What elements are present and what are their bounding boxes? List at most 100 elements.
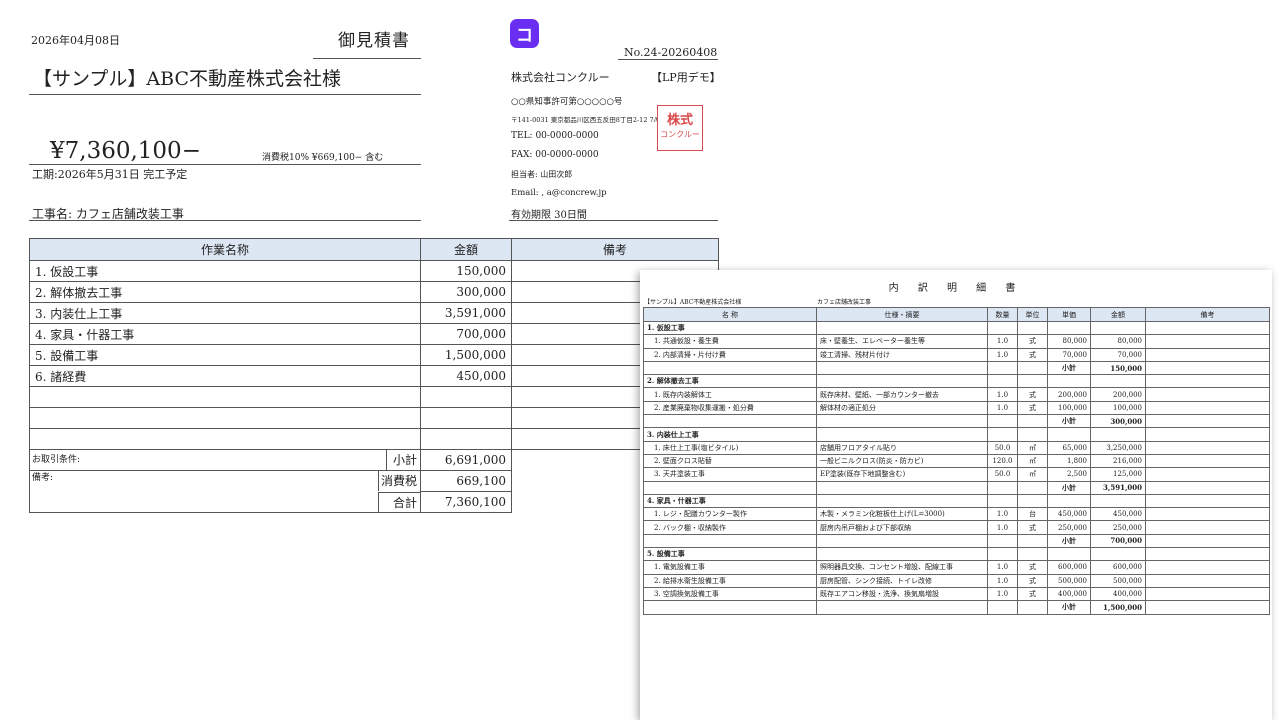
line-item-price: 600,000 — [1047, 560, 1091, 575]
line-item-amount: 250,000 — [1090, 520, 1146, 535]
line-item-qty: 1.0 — [987, 507, 1018, 522]
table-row: 3. 内装仕上工事 3,591,000 — [29, 302, 719, 324]
project-underline — [29, 220, 421, 221]
subtotal-label: 小計 — [1047, 414, 1091, 429]
quote-date: 2026年04月08日 — [31, 34, 120, 47]
table-row: 1. 床仕上工事(塩ビタイル) 店舗用フロアタイル貼り 50.0 ㎡ 65,000 3,2… — [643, 440, 1270, 455]
line-item-notes — [1145, 334, 1270, 349]
company-tag: 【LP用デモ】 — [651, 71, 721, 84]
line-item-price: 450,000 — [1047, 507, 1091, 522]
table-row: 2. 給排水衛生設備工事 厨房配管、シンク接続、トイレ改修 1.0 式 500,000 5… — [643, 573, 1270, 588]
line-item-spec: 木製・メラミン化粧板仕上げ(L=3000) — [816, 507, 988, 522]
header-name: 名 称 — [643, 307, 817, 322]
line-item-qty: 50.0 — [987, 440, 1018, 455]
line-item-amount: 125,000 — [1090, 467, 1146, 482]
line-item-unit: 台 — [1017, 507, 1048, 522]
customer-name: 【サンプル】ABC不動産株式会社様 — [33, 68, 342, 90]
line-item-spec: 一般ビニルクロス(防炎・防カビ) — [816, 453, 988, 469]
line-item-spec: 解体材の適正処分 — [816, 400, 988, 416]
subtotal-row: 小計 1,500,000 — [643, 600, 1270, 615]
line-item-name: 1. 共通仮設・養生費 — [643, 334, 817, 349]
subtotal-row: 小計 150,000 — [643, 360, 1270, 376]
line-item-name: 2. 給排水衛生設備工事 — [643, 573, 817, 588]
company-tel: TEL: 00-0000-0000 — [511, 131, 599, 141]
table-row: 1. レジ・配膳カウンター製作 木製・メラミン化粧板仕上げ(L=3000) 1.0 台… — [643, 507, 1270, 522]
table-header: 作業名称 金額 備考 — [29, 238, 719, 261]
item-name: 5. 設備工事 — [29, 344, 421, 366]
notes-label: 備考: — [32, 473, 54, 484]
line-item-notes — [1145, 400, 1270, 416]
item-name: 6. 諸経費 — [29, 365, 421, 387]
line-item-name: 2. 壁面クロス貼替 — [643, 453, 817, 469]
line-item-spec: 竣工清掃、残材片付け — [816, 347, 988, 362]
line-item-unit: 式 — [1017, 573, 1048, 588]
section-title: 3. 内装仕上工事 — [643, 427, 817, 442]
line-item-unit: 式 — [1017, 347, 1048, 362]
header-amount: 金額 — [420, 238, 512, 261]
item-amount: 300,000 — [420, 281, 512, 303]
line-item-qty: 1.0 — [987, 387, 1018, 402]
header-work: 作業名称 — [29, 238, 421, 261]
line-item-spec: 既存エアコン移設・洗浄、換気扇増設 — [816, 586, 988, 602]
detail-title: 内 訳 明 細 書 — [888, 283, 1024, 294]
line-item-amount: 200,000 — [1090, 387, 1146, 402]
item-amount: 150,000 — [420, 260, 512, 282]
section-title: 5. 設備工事 — [643, 547, 817, 562]
line-item-price: 400,000 — [1047, 586, 1091, 602]
line-item-amount: 80,000 — [1090, 334, 1146, 349]
header-unit: 単位 — [1017, 307, 1048, 322]
line-item-amount: 600,000 — [1090, 560, 1146, 575]
subtotal-label: 小計 — [386, 450, 420, 470]
subtotal-value: 3,591,000 — [1090, 480, 1146, 495]
table-row: 3. 天井塗装工事 EP塗装(既存下地調整含む) 50.0 ㎡ 2,500 125,000 — [643, 467, 1270, 482]
section-row: 1. 仮設工事 — [643, 320, 1270, 336]
line-item-unit: 式 — [1017, 560, 1048, 575]
section-row: 4. 家具・什器工事 — [643, 493, 1270, 509]
construction-period: 工期:2026年5月31日 完工予定 — [32, 168, 188, 181]
line-item-qty: 1.0 — [987, 560, 1018, 575]
quote-items-table: 作業名称 金額 備考 1. 仮設工事 150,000 2. 解体撤去工事 300,0… — [29, 238, 719, 513]
detail-table: 名 称 仕様・摘要 数量 単位 単価 金額 備考 1. 仮設工事 1. 共通仮設・… — [643, 307, 1270, 615]
subtotal-value: 300,000 — [1090, 414, 1146, 429]
table-row: 4. 家具・什器工事 700,000 — [29, 323, 719, 345]
company-name: 株式会社コンクルー — [511, 71, 610, 84]
company-seal-stamp: 株式 コンクルー — [657, 105, 703, 151]
line-item-qty: 50.0 — [987, 467, 1018, 482]
subtotal-value: 1,500,000 — [1090, 600, 1146, 615]
subtotal-row: 小計 3,591,000 — [643, 480, 1270, 495]
line-item-name: 1. 電気設備工事 — [643, 560, 817, 575]
table-row: 2. 解体撤去工事 300,000 — [29, 281, 719, 303]
section-row: 2. 解体撤去工事 — [643, 374, 1270, 389]
table-row: 1. 既存内装解体工 既存床材、壁紙、一部カウンター撤去 1.0 式 200,000 20… — [643, 387, 1270, 402]
line-item-notes — [1145, 467, 1270, 482]
table-row: 5. 設備工事 1,500,000 — [29, 344, 719, 366]
subtotal-row: お取引条件: 小計 6,691,000 — [29, 449, 719, 471]
line-item-notes — [1145, 347, 1270, 362]
item-amount: 700,000 — [420, 323, 512, 345]
line-item-notes — [1145, 560, 1270, 575]
detail-header: 名 称 仕様・摘要 数量 単位 単価 金額 備考 — [643, 307, 1270, 322]
section-row: 3. 内装仕上工事 — [643, 427, 1270, 442]
line-item-spec: 厨房内吊戸棚および下部収納 — [816, 520, 988, 535]
line-item-notes — [1145, 507, 1270, 522]
section-title: 4. 家具・什器工事 — [643, 493, 817, 509]
line-item-unit: 式 — [1017, 520, 1048, 535]
line-item-price: 200,000 — [1047, 387, 1091, 402]
line-item-spec: 既存床材、壁紙、一部カウンター撤去 — [816, 387, 988, 402]
tax-label: 消費税 — [378, 471, 420, 492]
table-row-empty — [29, 407, 719, 429]
tax-row: 備考: 消費税 669,100 — [29, 470, 719, 492]
customer-underline — [29, 94, 421, 95]
total-amount: ¥7,360,100− — [50, 138, 201, 164]
line-item-unit: ㎡ — [1017, 453, 1048, 469]
line-item-qty: 120.0 — [987, 453, 1018, 469]
title-underline — [313, 58, 421, 59]
line-item-spec: 厨房配管、シンク接続、トイレ改修 — [816, 573, 988, 588]
line-item-unit: ㎡ — [1017, 440, 1048, 455]
company-address: 〒141-0031 東京都品川区西五反田8丁目2-12 7A — [511, 116, 659, 124]
table-row: 3. 空調換気設備工事 既存エアコン移設・洗浄、換気扇増設 1.0 式 400,000 4… — [643, 586, 1270, 602]
line-item-notes — [1145, 387, 1270, 402]
line-item-notes — [1145, 440, 1270, 455]
item-name: 2. 解体撤去工事 — [29, 281, 421, 303]
quote-number-underline — [618, 59, 718, 60]
